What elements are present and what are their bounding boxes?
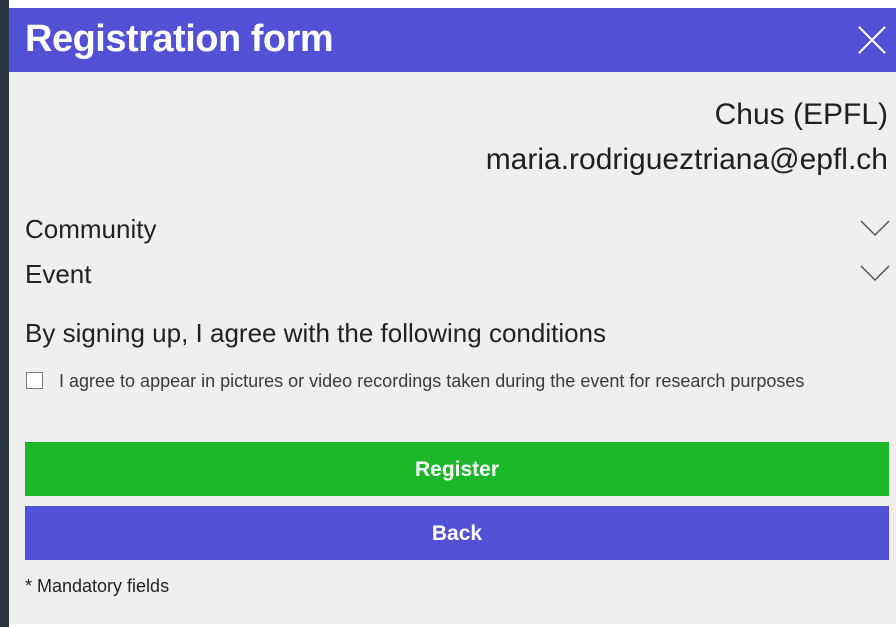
consent-text: I agree to appear in pictures or video r… bbox=[59, 371, 805, 391]
page: Registration form Chus (EPFL) maria.rodr… bbox=[0, 0, 896, 627]
mandatory-fields-note: * Mandatory fields bbox=[25, 576, 170, 596]
register-button[interactable]: Register bbox=[25, 442, 889, 496]
back-button[interactable]: Back bbox=[25, 506, 889, 560]
conditions-heading: By signing up, I agree with the followin… bbox=[25, 318, 607, 348]
registration-modal: Registration form Chus (EPFL) maria.rodr… bbox=[9, 8, 896, 624]
chevron-down-icon bbox=[860, 265, 890, 282]
close-icon bbox=[858, 26, 886, 54]
user-name: Chus (EPFL) bbox=[714, 98, 888, 131]
modal-title: Registration form bbox=[25, 18, 334, 60]
background-edge bbox=[0, 0, 9, 627]
user-email: maria.rodrigueztriana@epfl.ch bbox=[485, 143, 888, 176]
close-button[interactable] bbox=[856, 24, 888, 56]
chevron-down-icon bbox=[860, 220, 890, 237]
event-select[interactable]: Event bbox=[25, 257, 890, 291]
consent-checkbox[interactable] bbox=[26, 372, 43, 389]
community-select[interactable]: Community bbox=[25, 212, 890, 246]
event-label: Event bbox=[25, 259, 92, 289]
community-label: Community bbox=[25, 214, 157, 244]
modal-header: Registration form bbox=[9, 8, 896, 72]
